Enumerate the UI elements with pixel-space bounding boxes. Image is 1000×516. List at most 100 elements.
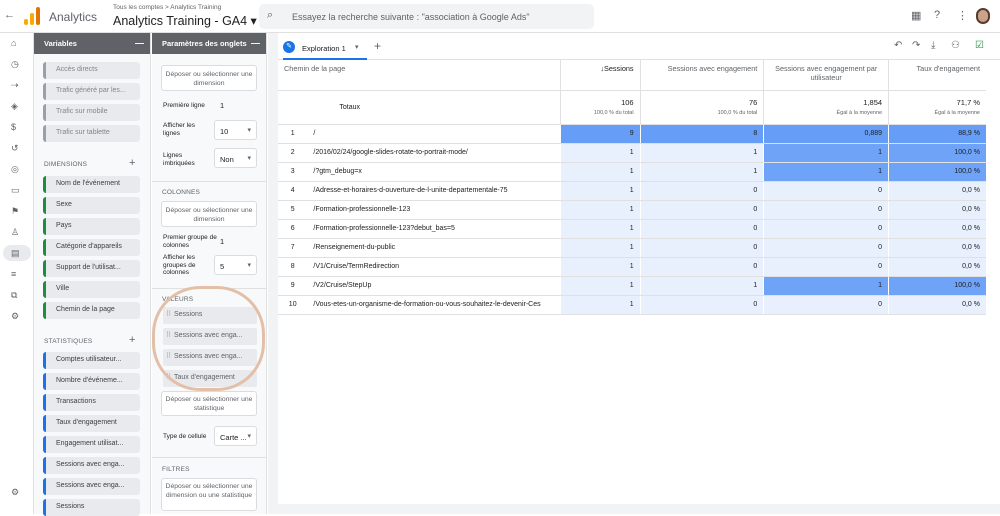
- metric-cell[interactable]: 0: [639, 257, 764, 277]
- page-path-cell[interactable]: /2016/02/24/google-slides-rotate-to-port…: [307, 143, 561, 163]
- metric-chip[interactable]: Engagement utilisat...: [43, 436, 140, 453]
- metric-cell[interactable]: 1: [763, 162, 889, 182]
- segment-chip[interactable]: Trafic sur mobile: [43, 104, 140, 121]
- metric-cell[interactable]: 1: [639, 162, 764, 182]
- metric-cell[interactable]: 1: [560, 181, 641, 201]
- drop-statistic[interactable]: Déposer ou sélectionner une statistique: [161, 391, 257, 416]
- metric-chip[interactable]: Sessions: [43, 499, 140, 516]
- col-header-engagement-rate[interactable]: Taux d'engagement: [888, 60, 986, 91]
- page-path-cell[interactable]: /V1/Cruise/TermRedirection: [307, 257, 561, 277]
- engagement-icon[interactable]: ◈: [11, 101, 18, 112]
- table-row[interactable]: 9/V2/Cruise/StepUp 1 1 1 100,0 %: [278, 276, 986, 296]
- page-path-cell[interactable]: /Formation-professionnelle-123?debut_bas…: [307, 219, 561, 239]
- audience-icon[interactable]: ≡: [11, 269, 16, 279]
- add-metric-icon[interactable]: +: [129, 334, 135, 346]
- metric-cell[interactable]: 1: [560, 238, 641, 258]
- breadcrumb[interactable]: Tous les comptes > Analytics Training: [113, 4, 221, 11]
- table-row[interactable]: 5/Formation-professionnelle-123 1 0 0 0,0 %: [278, 200, 986, 220]
- segment-chip[interactable]: Accès directs: [43, 62, 140, 79]
- redo-icon[interactable]: ↷: [912, 40, 920, 51]
- first-row-input[interactable]: 1: [220, 101, 224, 110]
- metric-chip[interactable]: Comptes utilisateur...: [43, 352, 140, 369]
- search-box[interactable]: ⌕ Essayez la recherche suivante : "assoc…: [259, 4, 594, 29]
- dimension-chip[interactable]: Pays: [43, 218, 140, 235]
- add-tab-icon[interactable]: +: [374, 39, 381, 53]
- show-col-groups-select[interactable]: 5 ▾: [214, 255, 257, 275]
- metric-cell[interactable]: 0: [639, 219, 764, 239]
- metric-cell[interactable]: 100,0 %: [888, 276, 986, 296]
- check-saved-icon[interactable]: ☑: [975, 40, 984, 51]
- metric-cell[interactable]: 0: [763, 295, 889, 315]
- apps-grid-icon[interactable]: ▦: [911, 9, 921, 22]
- metric-cell[interactable]: 0: [763, 257, 889, 277]
- metric-cell[interactable]: 0,0 %: [888, 295, 986, 315]
- metric-cell[interactable]: 0,0 %: [888, 200, 986, 220]
- segment-chip[interactable]: Trafic généré par les...: [43, 83, 140, 100]
- metric-cell[interactable]: 1: [560, 257, 641, 277]
- dimension-chip[interactable]: Nom de l'événement: [43, 176, 140, 193]
- metric-cell[interactable]: 8: [639, 124, 764, 144]
- table-row[interactable]: 8/V1/Cruise/TermRedirection 1 0 0 0,0 %: [278, 257, 986, 277]
- monetization-icon[interactable]: $: [11, 122, 16, 132]
- page-path-cell[interactable]: /V2/Cruise/StepUp: [307, 276, 561, 296]
- metric-cell[interactable]: 0,889: [763, 124, 889, 144]
- col-header-sessions[interactable]: ↓Sessions: [560, 60, 641, 91]
- undo-icon[interactable]: ↶: [894, 40, 902, 51]
- person-icon[interactable]: ♙: [11, 227, 19, 238]
- acquisition-icon[interactable]: ⇢: [11, 80, 19, 91]
- metric-cell[interactable]: 1: [560, 219, 641, 239]
- metric-cell[interactable]: 1: [560, 200, 641, 220]
- page-path-cell[interactable]: /Adresse-et-horaires-d-ouverture-de-l-un…: [307, 181, 561, 201]
- chevron-down-icon[interactable]: ▾: [355, 43, 359, 51]
- table-row[interactable]: 10/Vous-etes-un-organisme-de-formation-o…: [278, 295, 986, 315]
- drop-dimension-columns[interactable]: Déposer ou sélectionner une dimension: [161, 201, 257, 227]
- metric-cell[interactable]: 0: [639, 295, 764, 315]
- add-dimension-icon[interactable]: +: [129, 157, 135, 169]
- edit-pencil-icon[interactable]: ✎: [283, 41, 295, 53]
- metric-cell[interactable]: 0,0 %: [888, 257, 986, 277]
- share-users-icon[interactable]: ⚇: [951, 40, 960, 51]
- page-path-cell[interactable]: /Formation-professionnelle-123: [307, 200, 561, 220]
- col-header-page-path[interactable]: Chemin de la page: [278, 60, 561, 91]
- metric-cell[interactable]: 0: [763, 238, 889, 258]
- flag-icon[interactable]: ⚑: [11, 206, 19, 217]
- table-row[interactable]: 6/Formation-professionnelle-123?debut_ba…: [278, 219, 986, 239]
- hierarchy-icon[interactable]: ⧉: [11, 290, 17, 301]
- metric-cell[interactable]: 0: [639, 200, 764, 220]
- nested-rows-select[interactable]: Non ▾: [214, 148, 257, 168]
- metric-cell[interactable]: 1: [560, 295, 641, 315]
- metric-cell[interactable]: 1: [639, 276, 764, 296]
- metric-cell[interactable]: 9: [560, 124, 641, 144]
- col-header-engaged-per-user[interactable]: Sessions avec engagement par utilisateur: [763, 60, 889, 91]
- back-arrow-icon[interactable]: ←: [4, 9, 15, 21]
- dev-icon[interactable]: ⚙: [11, 311, 19, 322]
- retention-icon[interactable]: ↺: [11, 143, 19, 154]
- metric-cell[interactable]: 0: [763, 200, 889, 220]
- metric-cell[interactable]: 88,9 %: [888, 124, 986, 144]
- metric-chip[interactable]: Sessions avec enga...: [43, 478, 140, 495]
- dimension-chip[interactable]: Catégorie d'appareils: [43, 239, 140, 256]
- metric-cell[interactable]: 100,0 %: [888, 162, 986, 182]
- dimension-chip[interactable]: Sexe: [43, 197, 140, 214]
- minimize-icon[interactable]: —: [251, 38, 260, 48]
- table-row[interactable]: 3/?gtm_debug=x 1 1 1 100,0 %: [278, 162, 986, 182]
- drop-filter[interactable]: Déposer ou sélectionner une dimension ou…: [161, 478, 257, 511]
- metric-chip[interactable]: Transactions: [43, 394, 140, 411]
- metric-cell[interactable]: 1: [639, 143, 764, 163]
- show-rows-select[interactable]: 10 ▾: [214, 120, 257, 140]
- globe-icon[interactable]: ◎: [11, 164, 19, 175]
- metric-cell[interactable]: 1: [560, 276, 641, 296]
- metric-cell[interactable]: 0,0 %: [888, 219, 986, 239]
- property-selector[interactable]: Analytics Training - GA4 ▾: [113, 13, 257, 28]
- metric-cell[interactable]: 0: [639, 181, 764, 201]
- metric-cell[interactable]: 1: [560, 143, 641, 163]
- tab-exploration-1[interactable]: ✎ Exploration 1 ▾: [283, 38, 367, 60]
- dimension-chip[interactable]: Support de l'utilisat...: [43, 260, 140, 277]
- metric-cell[interactable]: 1: [763, 276, 889, 296]
- first-col-group-input[interactable]: 1: [220, 237, 224, 246]
- table-row[interactable]: 2/2016/02/24/google-slides-rotate-to-por…: [278, 143, 986, 163]
- realtime-icon[interactable]: ◷: [11, 59, 19, 70]
- table-row[interactable]: 1/9 8 0,889 88,9 %: [278, 124, 986, 144]
- cell-type-select[interactable]: Carte ... ▾: [214, 426, 257, 446]
- metric-cell[interactable]: 0: [763, 181, 889, 201]
